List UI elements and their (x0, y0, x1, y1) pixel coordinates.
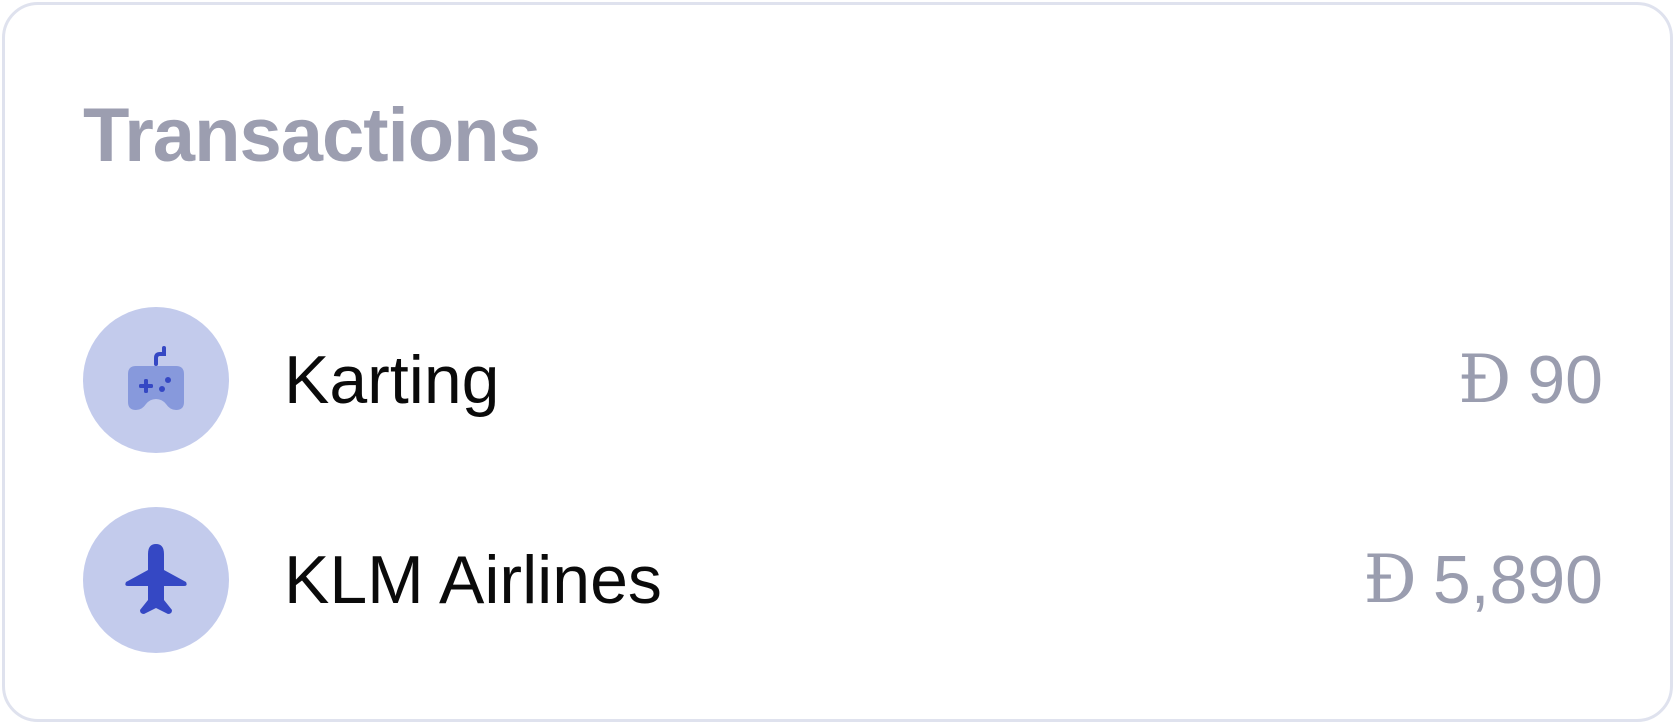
currency-symbol: Ð (1363, 541, 1417, 618)
transaction-row-karting[interactable]: Karting Ð 90 (83, 307, 1603, 453)
gamepad-icon (128, 346, 184, 410)
transaction-row-klm-airlines[interactable]: KLM Airlines Ð 5,890 (83, 507, 1603, 653)
amount-value: 90 (1527, 342, 1603, 418)
transaction-name: Karting (284, 342, 500, 418)
amount-value: 5,890 (1432, 542, 1603, 618)
transaction-avatar (83, 307, 229, 453)
currency-symbol: Ð (1458, 341, 1512, 418)
airplane-icon (125, 544, 187, 614)
transaction-amount: Ð 90 (1458, 341, 1603, 419)
card-title: Transactions (83, 93, 541, 178)
transaction-avatar (83, 507, 229, 653)
transaction-name: KLM Airlines (284, 542, 662, 618)
transaction-amount: Ð 5,890 (1364, 541, 1603, 619)
transactions-card: Transactions Karting Ð 90 KLM Airlines Ð… (2, 2, 1673, 722)
